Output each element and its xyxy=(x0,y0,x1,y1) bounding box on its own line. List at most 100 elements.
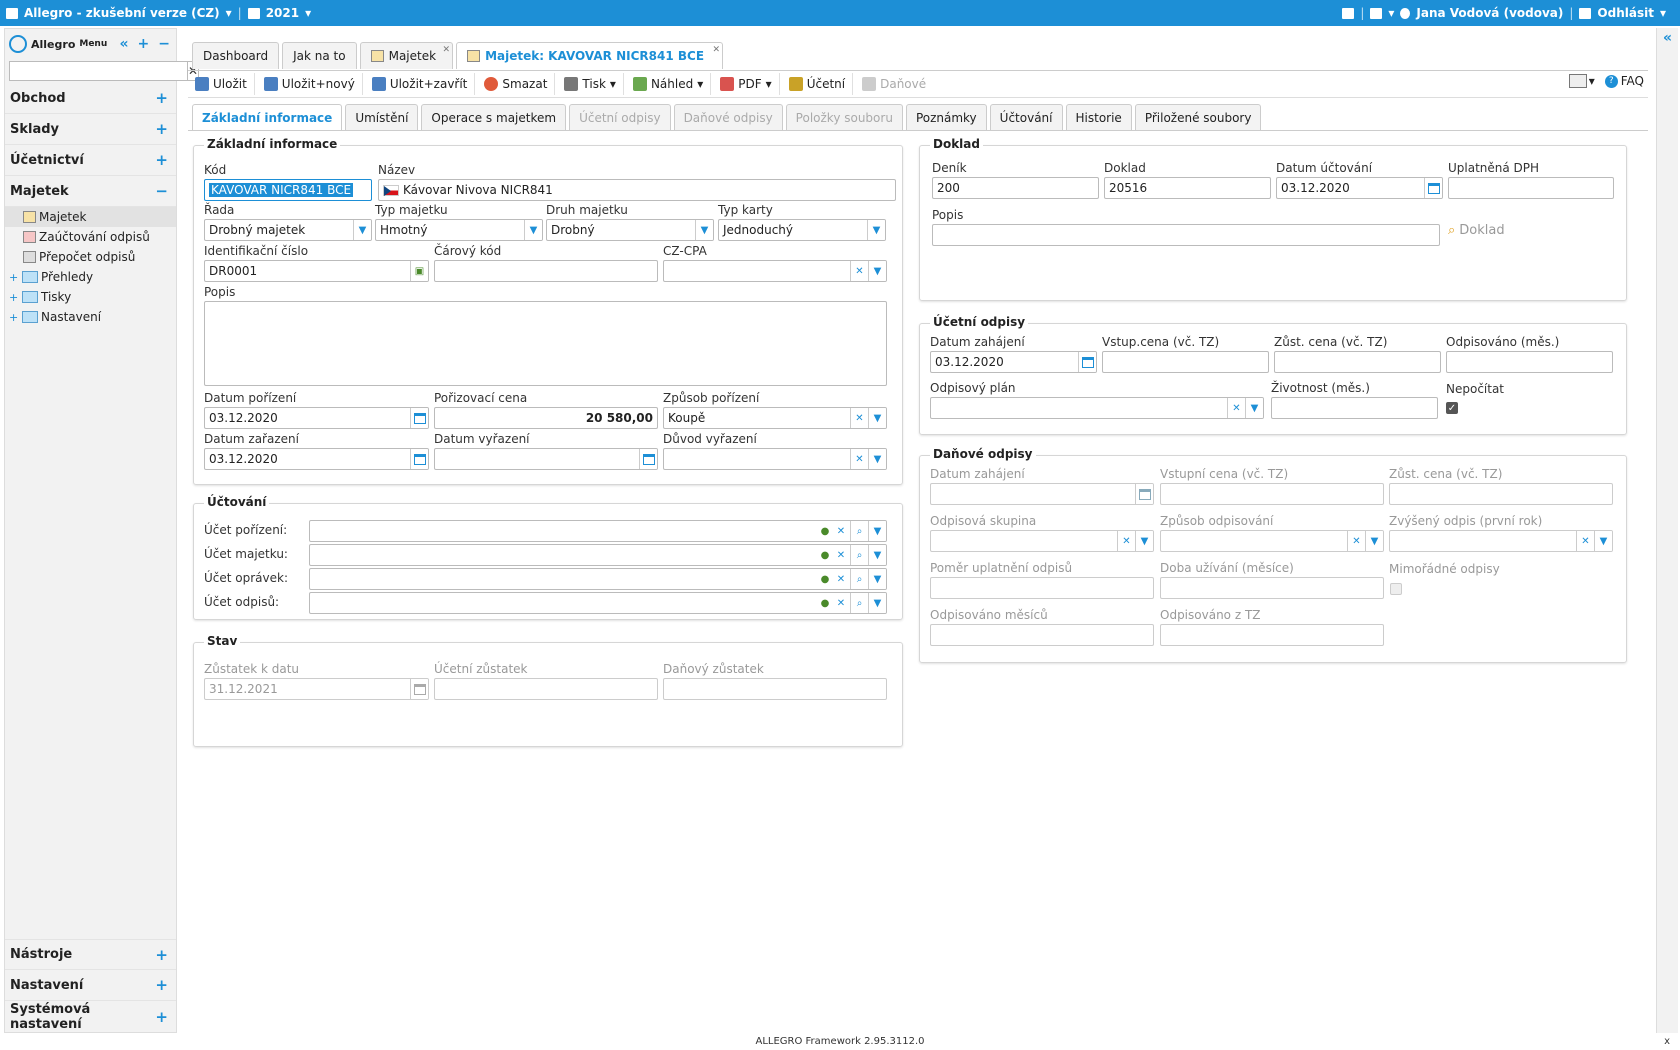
menu-search-input[interactable] xyxy=(9,61,188,81)
expand-all-icon[interactable]: + xyxy=(138,36,150,52)
save-close-button[interactable]: Uložit+zavřít xyxy=(365,73,476,95)
expand-icon[interactable]: + xyxy=(9,311,19,324)
preview-button[interactable]: Náhled ▾ xyxy=(626,73,712,95)
sidebar-item-tisky[interactable]: + Tisky xyxy=(5,287,176,307)
mail-icon[interactable] xyxy=(1370,7,1383,19)
user-name[interactable]: Jana Vodová (vodova) xyxy=(1416,6,1563,20)
journal-field[interactable]: 200 xyxy=(932,177,1099,199)
depreciation-ratio-field[interactable] xyxy=(930,577,1154,599)
chevron-down-icon[interactable]: ▼ xyxy=(524,220,542,240)
extraordinary-depreciation-checkbox[interactable] xyxy=(1390,583,1402,595)
chevron-down-icon[interactable]: ▼ xyxy=(1594,531,1612,551)
clear-icon[interactable]: ✕ xyxy=(1117,531,1135,551)
chevron-down-icon[interactable]: ▼ xyxy=(868,261,886,281)
chevron-down-icon[interactable]: ▼ xyxy=(1135,531,1153,551)
tab-polozky-souboru[interactable]: Položky souboru xyxy=(785,104,903,130)
plus-icon[interactable]: + xyxy=(155,120,168,138)
calendar-icon[interactable] xyxy=(1424,178,1442,198)
chevron-down-icon[interactable]: ▼ xyxy=(868,449,886,469)
search-icon[interactable]: ⌕ xyxy=(850,521,868,541)
chevron-down-icon[interactable]: ▾ xyxy=(226,6,232,20)
code-field[interactable]: KAVOVAR NICR841 BCE xyxy=(204,179,372,201)
tab-operace[interactable]: Operace s majetkem xyxy=(421,104,567,130)
calendar-icon[interactable] xyxy=(410,408,428,428)
depreciation-plan-select[interactable]: ✕ ▼ xyxy=(930,397,1264,419)
chevron-down-icon[interactable]: ▼ xyxy=(1245,398,1263,418)
chevron-down-icon[interactable]: ▼ xyxy=(867,220,885,240)
pdf-button[interactable]: PDF ▾ xyxy=(713,73,780,95)
faq-link[interactable]: ? FAQ xyxy=(1604,74,1644,88)
clear-icon[interactable]: ✕ xyxy=(1576,531,1594,551)
collapse-right-icon[interactable]: « xyxy=(1663,30,1672,46)
card-type-select[interactable]: Jednoduchý ▼ xyxy=(718,219,886,241)
year-selector[interactable]: 2021 xyxy=(266,6,299,20)
barcode-field[interactable] xyxy=(434,260,658,282)
sidebar-item-nastaveni[interactable]: + Nastavení xyxy=(5,307,176,327)
clear-icon[interactable]: ✕ xyxy=(832,545,850,565)
collapse-sidebar-icon[interactable]: « xyxy=(119,36,128,52)
usage-period-field[interactable] xyxy=(1160,577,1384,599)
chevron-down-icon[interactable]: ▾ xyxy=(305,6,311,20)
plus-icon[interactable]: + xyxy=(155,151,168,169)
calendar-icon[interactable] xyxy=(410,679,428,699)
plus-icon[interactable]: + xyxy=(155,976,168,994)
acquisition-account-field[interactable]: ● ✕ ⌕ ▼ xyxy=(309,520,887,542)
document-description-field[interactable] xyxy=(932,224,1440,246)
clear-icon[interactable]: ✕ xyxy=(832,521,850,541)
tax-button[interactable]: Daňové xyxy=(855,73,933,95)
notes-icon[interactable] xyxy=(1342,7,1355,19)
tab-prilozene-soubory[interactable]: Přiložené soubory xyxy=(1134,104,1262,130)
clear-icon[interactable]: ✕ xyxy=(832,593,850,613)
home-icon[interactable] xyxy=(6,7,18,19)
inclusion-date-field[interactable]: 03.12.2020 xyxy=(204,448,429,470)
tab-umisteni[interactable]: Umístění xyxy=(345,104,419,130)
czech-flag-icon[interactable] xyxy=(383,185,399,196)
plus-icon[interactable]: + xyxy=(155,89,168,107)
cz-cpa-select[interactable]: ✕ ▼ xyxy=(663,260,887,282)
chevron-down-icon[interactable]: ▾ xyxy=(1589,74,1595,88)
chevron-down-icon[interactable]: ▼ xyxy=(868,569,886,589)
chevron-down-icon[interactable]: ▼ xyxy=(868,408,886,428)
increased-depreciation-select[interactable]: ✕ ▼ xyxy=(1389,530,1613,552)
logout-link[interactable]: Odhlásit xyxy=(1597,6,1654,20)
print-button[interactable]: Tisk ▾ xyxy=(557,73,624,95)
tab-jak-na-to[interactable]: Jak na to xyxy=(282,42,357,69)
sidebar-item-majetek[interactable]: Majetek xyxy=(5,207,176,227)
sidebar-item-prepocet[interactable]: Přepočet odpisů xyxy=(5,247,176,267)
accounting-entry-price-field[interactable] xyxy=(1102,351,1269,373)
accounting-residual-price-field[interactable] xyxy=(1274,351,1441,373)
save-button[interactable]: Uložit xyxy=(188,73,255,95)
sidebar-section-ucetnictvi[interactable]: Účetnictví + xyxy=(5,145,176,176)
description-textarea[interactable] xyxy=(204,301,887,386)
tax-start-date-field[interactable] xyxy=(930,483,1154,505)
search-icon[interactable]: ⌕ xyxy=(850,569,868,589)
tab-dashboard[interactable]: Dashboard xyxy=(192,42,280,69)
asset-type-select[interactable]: Hmotný ▼ xyxy=(375,219,543,241)
layout-menu-icon[interactable] xyxy=(1568,74,1587,88)
posting-date-field[interactable]: 03.12.2020 xyxy=(1276,177,1443,199)
depreciated-months-field[interactable] xyxy=(1446,351,1613,373)
vat-applied-field[interactable] xyxy=(1448,177,1614,199)
plus-icon[interactable]: + xyxy=(155,1008,168,1026)
accounting-button[interactable]: Účetní xyxy=(782,73,854,95)
tab-danove-odpisy[interactable]: Daňové odpisy xyxy=(673,104,783,130)
balance-date-field[interactable]: 31.12.2021 xyxy=(204,678,429,700)
chevron-down-icon[interactable]: ▼ xyxy=(868,545,886,565)
tab-historie[interactable]: Historie xyxy=(1065,104,1132,130)
search-icon[interactable]: ⌕ xyxy=(850,545,868,565)
save-new-button[interactable]: Uložit+nový xyxy=(257,73,363,95)
asset-kind-select[interactable]: Drobný ▼ xyxy=(546,219,714,241)
id-number-field[interactable]: DR0001 ▣ xyxy=(204,260,429,282)
tab-majetek[interactable]: Majetek ✕ xyxy=(359,42,454,69)
clear-icon[interactable]: ✕ xyxy=(850,261,868,281)
name-field[interactable]: Kávovar Nivova NICR841 xyxy=(378,179,896,201)
clear-icon[interactable]: ✕ xyxy=(850,408,868,428)
disposal-reason-select[interactable]: ✕ ▼ xyxy=(663,448,887,470)
footer-close-icon[interactable]: x xyxy=(1664,1036,1670,1047)
close-icon[interactable]: ✕ xyxy=(712,45,720,55)
generate-icon[interactable]: ▣ xyxy=(410,261,428,281)
calendar-icon[interactable] xyxy=(1135,484,1153,504)
chevron-down-icon[interactable]: ▼ xyxy=(868,521,886,541)
sidebar-section-obchod[interactable]: Obchod + xyxy=(5,83,176,114)
tax-entry-price-field[interactable] xyxy=(1160,483,1384,505)
